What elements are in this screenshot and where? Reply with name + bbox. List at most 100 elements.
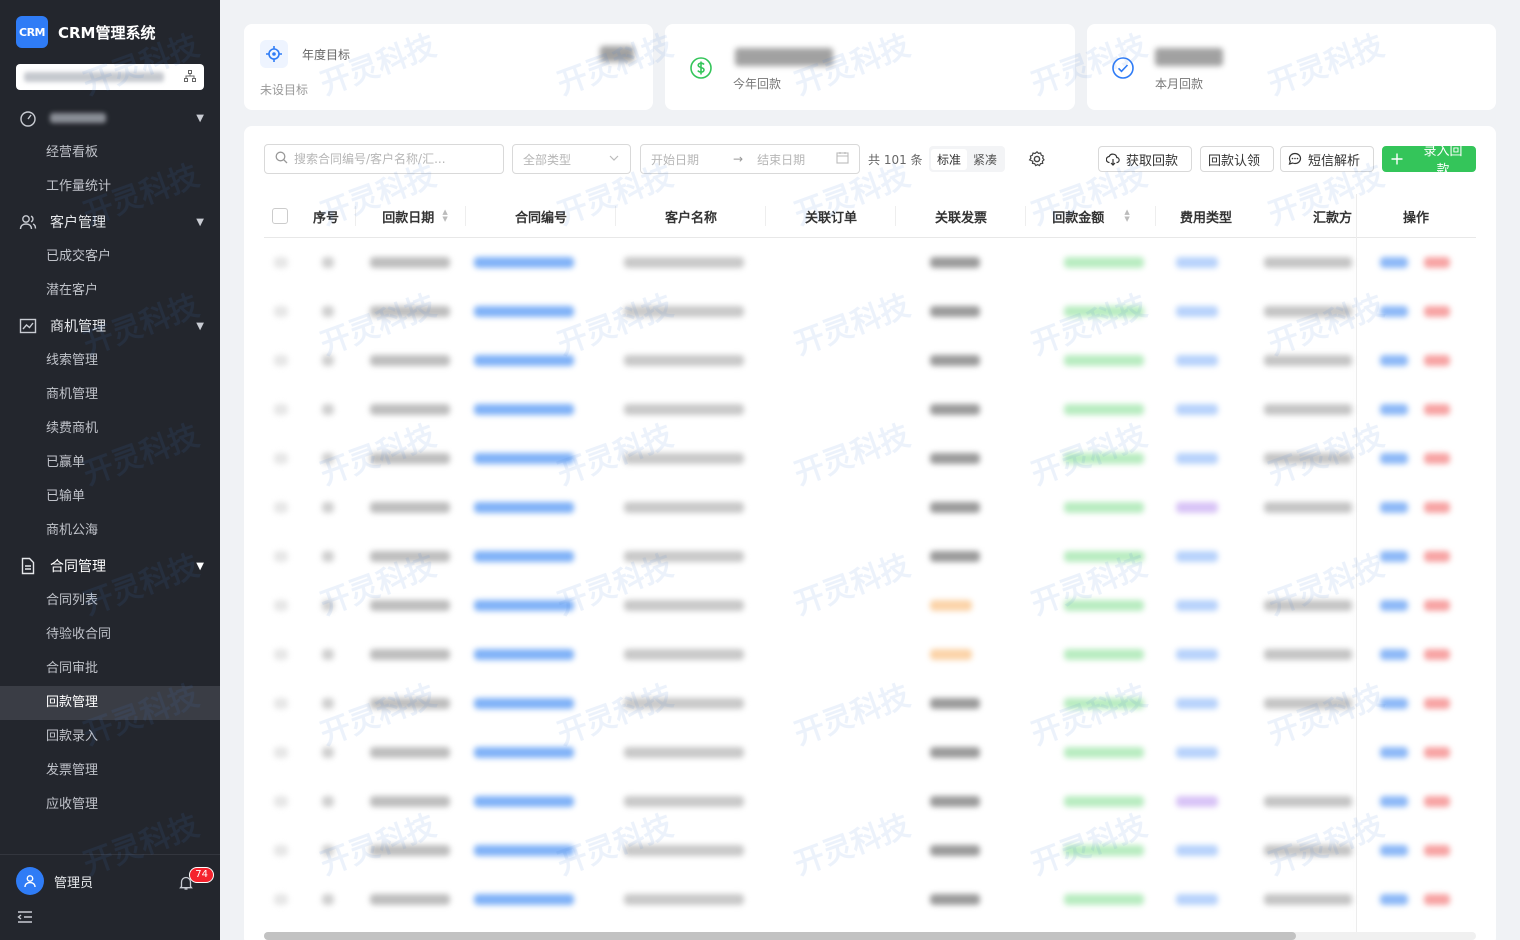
redacted-cell [370, 796, 450, 807]
table-row[interactable] [264, 434, 1476, 483]
column-header-payment-date[interactable]: 回款日期 ▲ ▼ [360, 194, 470, 238]
gear-icon[interactable] [1028, 150, 1046, 168]
menu-item-payment-entry[interactable]: 回款录入 [0, 720, 220, 754]
table-row[interactable] [264, 532, 1476, 581]
collapse-menu-icon[interactable] [16, 908, 34, 926]
menu-group-opportunities[interactable]: 商机管理 ▼ [0, 308, 220, 344]
table-row[interactable] [264, 630, 1476, 679]
stat-value-redacted [735, 48, 833, 66]
table-row[interactable] [264, 385, 1476, 434]
redacted-cell [1380, 404, 1408, 415]
table-body [264, 238, 1476, 924]
redacted-cell [1064, 453, 1144, 464]
redacted-cell [322, 404, 334, 415]
redacted-cell [1424, 600, 1450, 611]
redacted-cell [474, 796, 574, 807]
redacted-cell [274, 796, 288, 807]
redacted-cell [322, 747, 334, 758]
type-select[interactable]: 全部类型 [512, 144, 631, 174]
horizontal-scrollbar[interactable] [264, 932, 1476, 940]
column-header-fee-type: 费用类型 [1179, 210, 1232, 226]
redacted-cell [1424, 747, 1450, 758]
add-payment-button[interactable]: 录入回款 [1382, 144, 1476, 178]
date-start[interactable]: 开始日期 [651, 151, 699, 168]
redacted-cell [474, 257, 574, 268]
table-row[interactable] [264, 875, 1476, 924]
redacted-cell [1064, 404, 1144, 415]
density-standard[interactable]: 标准 [931, 148, 968, 170]
redacted-cell [930, 796, 980, 807]
sms-parse-button[interactable]: 短信解析 [1280, 146, 1374, 172]
menu-item-invoices[interactable]: 发票管理 [0, 754, 220, 788]
menu-item-won[interactable]: 已赢单 [0, 446, 220, 480]
fetch-payments-button[interactable]: 获取回款 [1098, 146, 1192, 172]
menu-item-workload[interactable]: 工作量统计 [0, 170, 220, 204]
redacted-cell [322, 453, 334, 464]
search-input[interactable] [294, 152, 494, 166]
table-row[interactable] [264, 336, 1476, 385]
redacted-cell [1264, 894, 1352, 905]
select-all-checkbox[interactable] [272, 208, 288, 224]
menu-item-closed-customers[interactable]: 已成交客户 [0, 240, 220, 274]
redacted-cell [624, 845, 744, 856]
menu-item-lost[interactable]: 已输单 [0, 480, 220, 514]
menu-item-potential-customers[interactable]: 潜在客户 [0, 274, 220, 308]
menu-group-dashboard[interactable]: ▼ [0, 100, 220, 136]
stat-value-redacted [600, 46, 634, 62]
search-box[interactable] [264, 144, 504, 174]
menu-item-leads[interactable]: 线索管理 [0, 344, 220, 378]
redacted-cell [930, 551, 980, 562]
claim-payment-button[interactable]: 回款认领 [1200, 146, 1274, 172]
column-header-contract-no: 合同编号 [514, 210, 567, 226]
scrollbar-thumb[interactable] [264, 932, 1296, 940]
sms-parse-label: 短信解析 [1308, 153, 1361, 169]
redacted-cell [370, 894, 450, 905]
user-name: 管理员 [54, 875, 94, 891]
org-selector[interactable] [16, 64, 204, 90]
redacted-cell [1264, 404, 1352, 415]
table-row[interactable] [264, 777, 1476, 826]
menu-item-pending-acceptance[interactable]: 待验收合同 [0, 618, 220, 652]
redacted-cell [370, 502, 450, 513]
table-row[interactable] [264, 287, 1476, 336]
redacted-cell [624, 649, 744, 660]
column-header-amount[interactable]: 回款金额 ▲ ▼ [1026, 194, 1156, 238]
menu-group-label: 客户管理 [50, 215, 106, 231]
redacted-cell [1064, 502, 1144, 513]
menu-item-renewals[interactable]: 续费商机 [0, 412, 220, 446]
payments-table: 序号 回款日期 ▲ ▼ 合同编号 客户名称 关联订单 关联发票 回款金额 ▲ ▼ 费… [264, 194, 1476, 934]
menu-item-opportunity-pool[interactable]: 商机公海 [0, 514, 220, 548]
redacted-cell [474, 845, 574, 856]
redacted-cell [322, 845, 334, 856]
redacted-cell [624, 404, 744, 415]
date-end[interactable]: 结束日期 [757, 151, 805, 168]
table-row[interactable] [264, 581, 1476, 630]
menu-item-dashboard[interactable]: 经营看板 [0, 136, 220, 170]
redacted-cell [1064, 698, 1144, 709]
redacted-cell [474, 698, 574, 709]
redacted-cell [474, 355, 574, 366]
table-header: 序号 回款日期 ▲ ▼ 合同编号 客户名称 关联订单 关联发票 回款金额 ▲ ▼ 费… [264, 194, 1476, 238]
column-label: 回款金额 [1052, 210, 1105, 226]
stat-label: 今年回款 [733, 77, 782, 91]
menu-item-payment-management[interactable]: 回款管理 [0, 686, 220, 720]
redacted-cell [322, 649, 334, 660]
table-row[interactable] [264, 483, 1476, 532]
redacted-cell [274, 600, 288, 611]
redacted-cell [1064, 257, 1144, 268]
menu-item-opportunities[interactable]: 商机管理 [0, 378, 220, 412]
redacted-cell [1380, 502, 1408, 513]
table-row[interactable] [264, 826, 1476, 875]
menu-item-contract-list[interactable]: 合同列表 [0, 584, 220, 618]
menu-item-receivables[interactable]: 应收管理 [0, 788, 220, 822]
table-row[interactable] [264, 728, 1476, 777]
menu-group-contracts[interactable]: 合同管理 ▼ [0, 548, 220, 584]
density-compact[interactable]: 紧凑 [967, 149, 1003, 170]
date-range-picker[interactable]: 开始日期 → 结束日期 [640, 144, 860, 174]
redacted-cell [1380, 649, 1408, 660]
table-row[interactable] [264, 238, 1476, 287]
menu-item-contract-approval[interactable]: 合同审批 [0, 652, 220, 686]
menu-group-customers[interactable]: 客户管理 ▼ [0, 204, 220, 240]
redacted-cell [474, 453, 574, 464]
table-row[interactable] [264, 679, 1476, 728]
